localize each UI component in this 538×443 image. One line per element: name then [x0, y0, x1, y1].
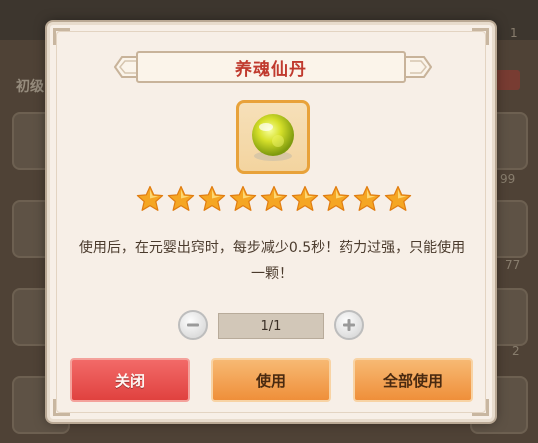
corner-ornament: [53, 28, 70, 45]
plus-icon[interactable]: [334, 310, 364, 340]
quantity-stepper: 1/1: [178, 310, 368, 342]
star-rating: [136, 185, 412, 213]
star-icon: [229, 185, 257, 211]
use-button[interactable]: 使用: [211, 358, 331, 402]
dialog-inner-border: [56, 31, 486, 413]
yellow-orb-icon: [252, 114, 294, 161]
item-icon-frame: [236, 100, 310, 174]
star-icon: [167, 185, 195, 211]
item-use-dialog: 养魂仙丹 使用后，在元婴出窍时，每步减少0.5秒！药力过强，只能使用一颗！ 1/…: [47, 22, 495, 422]
minus-icon[interactable]: [178, 310, 208, 340]
star-icon: [353, 185, 381, 211]
corner-ornament: [472, 399, 489, 416]
close-button[interactable]: 关闭: [70, 358, 190, 402]
star-icon: [384, 185, 412, 211]
dialog-title: 养魂仙丹: [136, 51, 406, 83]
quantity-value[interactable]: 1/1: [218, 313, 324, 339]
item-description: 使用后，在元婴出窍时，每步减少0.5秒！药力过强，只能使用一颗！: [78, 240, 466, 282]
star-icon: [291, 185, 319, 211]
star-icon: [260, 185, 288, 211]
star-icon: [322, 185, 350, 211]
star-icon: [198, 185, 226, 211]
star-icon: [136, 185, 164, 211]
corner-ornament: [53, 399, 70, 416]
title-ornament-right-icon: [406, 56, 432, 78]
use-all-button[interactable]: 全部使用: [353, 358, 473, 402]
corner-ornament: [472, 28, 489, 45]
